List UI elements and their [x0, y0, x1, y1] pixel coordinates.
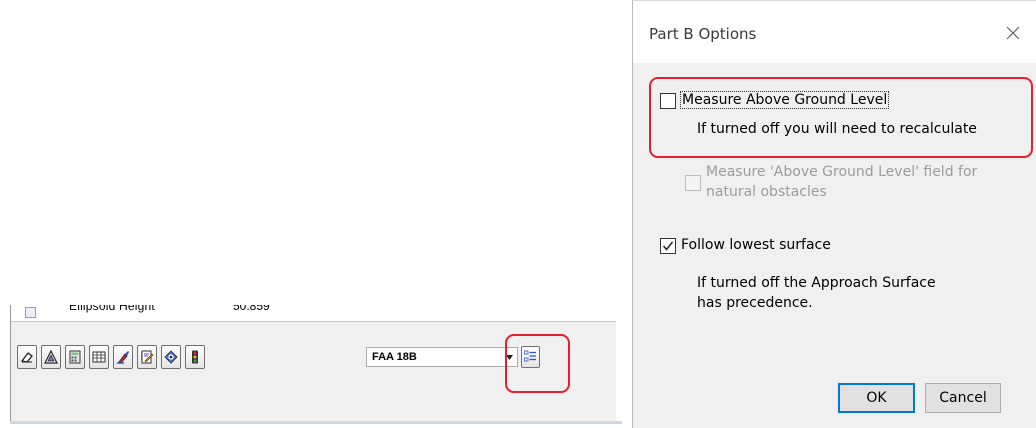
follow-lowest-help-line1: If turned off the Approach Surface	[697, 275, 936, 291]
follow-lowest-checkbox[interactable]	[660, 238, 676, 254]
ok-button[interactable]: OK	[838, 383, 915, 413]
table-icon	[92, 351, 106, 363]
table-button[interactable]	[89, 345, 109, 369]
expand-toggle[interactable]	[25, 307, 36, 318]
follow-lowest-label[interactable]: Follow lowest surface	[681, 237, 831, 253]
measure-agl-highlight	[649, 77, 1033, 158]
checkmark-icon	[662, 241, 674, 251]
calculator-button[interactable]	[65, 345, 85, 369]
measure-agl-field-label: Measure 'Above Ground Level' field for n…	[706, 162, 977, 202]
follow-lowest-help: If turned off the Approach Surface has p…	[697, 273, 936, 313]
traffic-light-icon	[192, 350, 198, 364]
close-button[interactable]	[995, 17, 1031, 49]
calculator-icon	[69, 350, 81, 364]
title-bar: Part B Options	[633, 1, 1036, 63]
property-value: 50.859	[233, 305, 270, 313]
surface-triangle-icon	[44, 350, 58, 364]
standard-select[interactable]: FAA 18B	[366, 347, 518, 367]
measure-agl-field-checkbox[interactable]	[685, 175, 701, 191]
options-button-highlight	[505, 334, 570, 393]
navigation-button[interactable]	[161, 345, 181, 369]
measure-agl-field-label-line2: natural obstacles	[706, 184, 827, 200]
dialog-title: Part B Options	[649, 25, 757, 43]
notebook-button[interactable]	[137, 345, 157, 369]
traffic-light-button[interactable]	[185, 345, 205, 369]
property-row[interactable]: Ellipsoid Height 50.859	[11, 305, 616, 322]
close-icon	[1006, 26, 1020, 40]
panel-bottom-edge	[10, 421, 622, 424]
brush-button[interactable]	[113, 345, 133, 369]
measure-agl-field-label-line1: Measure 'Above Ground Level' field for	[706, 164, 978, 180]
brush-icon	[117, 351, 129, 364]
part-b-options-dialog: Part B Options Measure Above Ground Leve…	[632, 0, 1036, 428]
eraser-icon	[20, 352, 33, 363]
follow-lowest-help-line2: has precedence.	[697, 295, 813, 311]
standard-select-value: FAA 18B	[372, 351, 417, 363]
surface-button[interactable]	[41, 345, 61, 369]
cancel-button[interactable]: Cancel	[925, 383, 1001, 413]
eraser-button[interactable]	[17, 345, 37, 369]
property-name: Ellipsoid Height	[69, 305, 155, 313]
notebook-edit-icon	[141, 350, 154, 364]
navigation-eye-icon	[164, 350, 178, 364]
